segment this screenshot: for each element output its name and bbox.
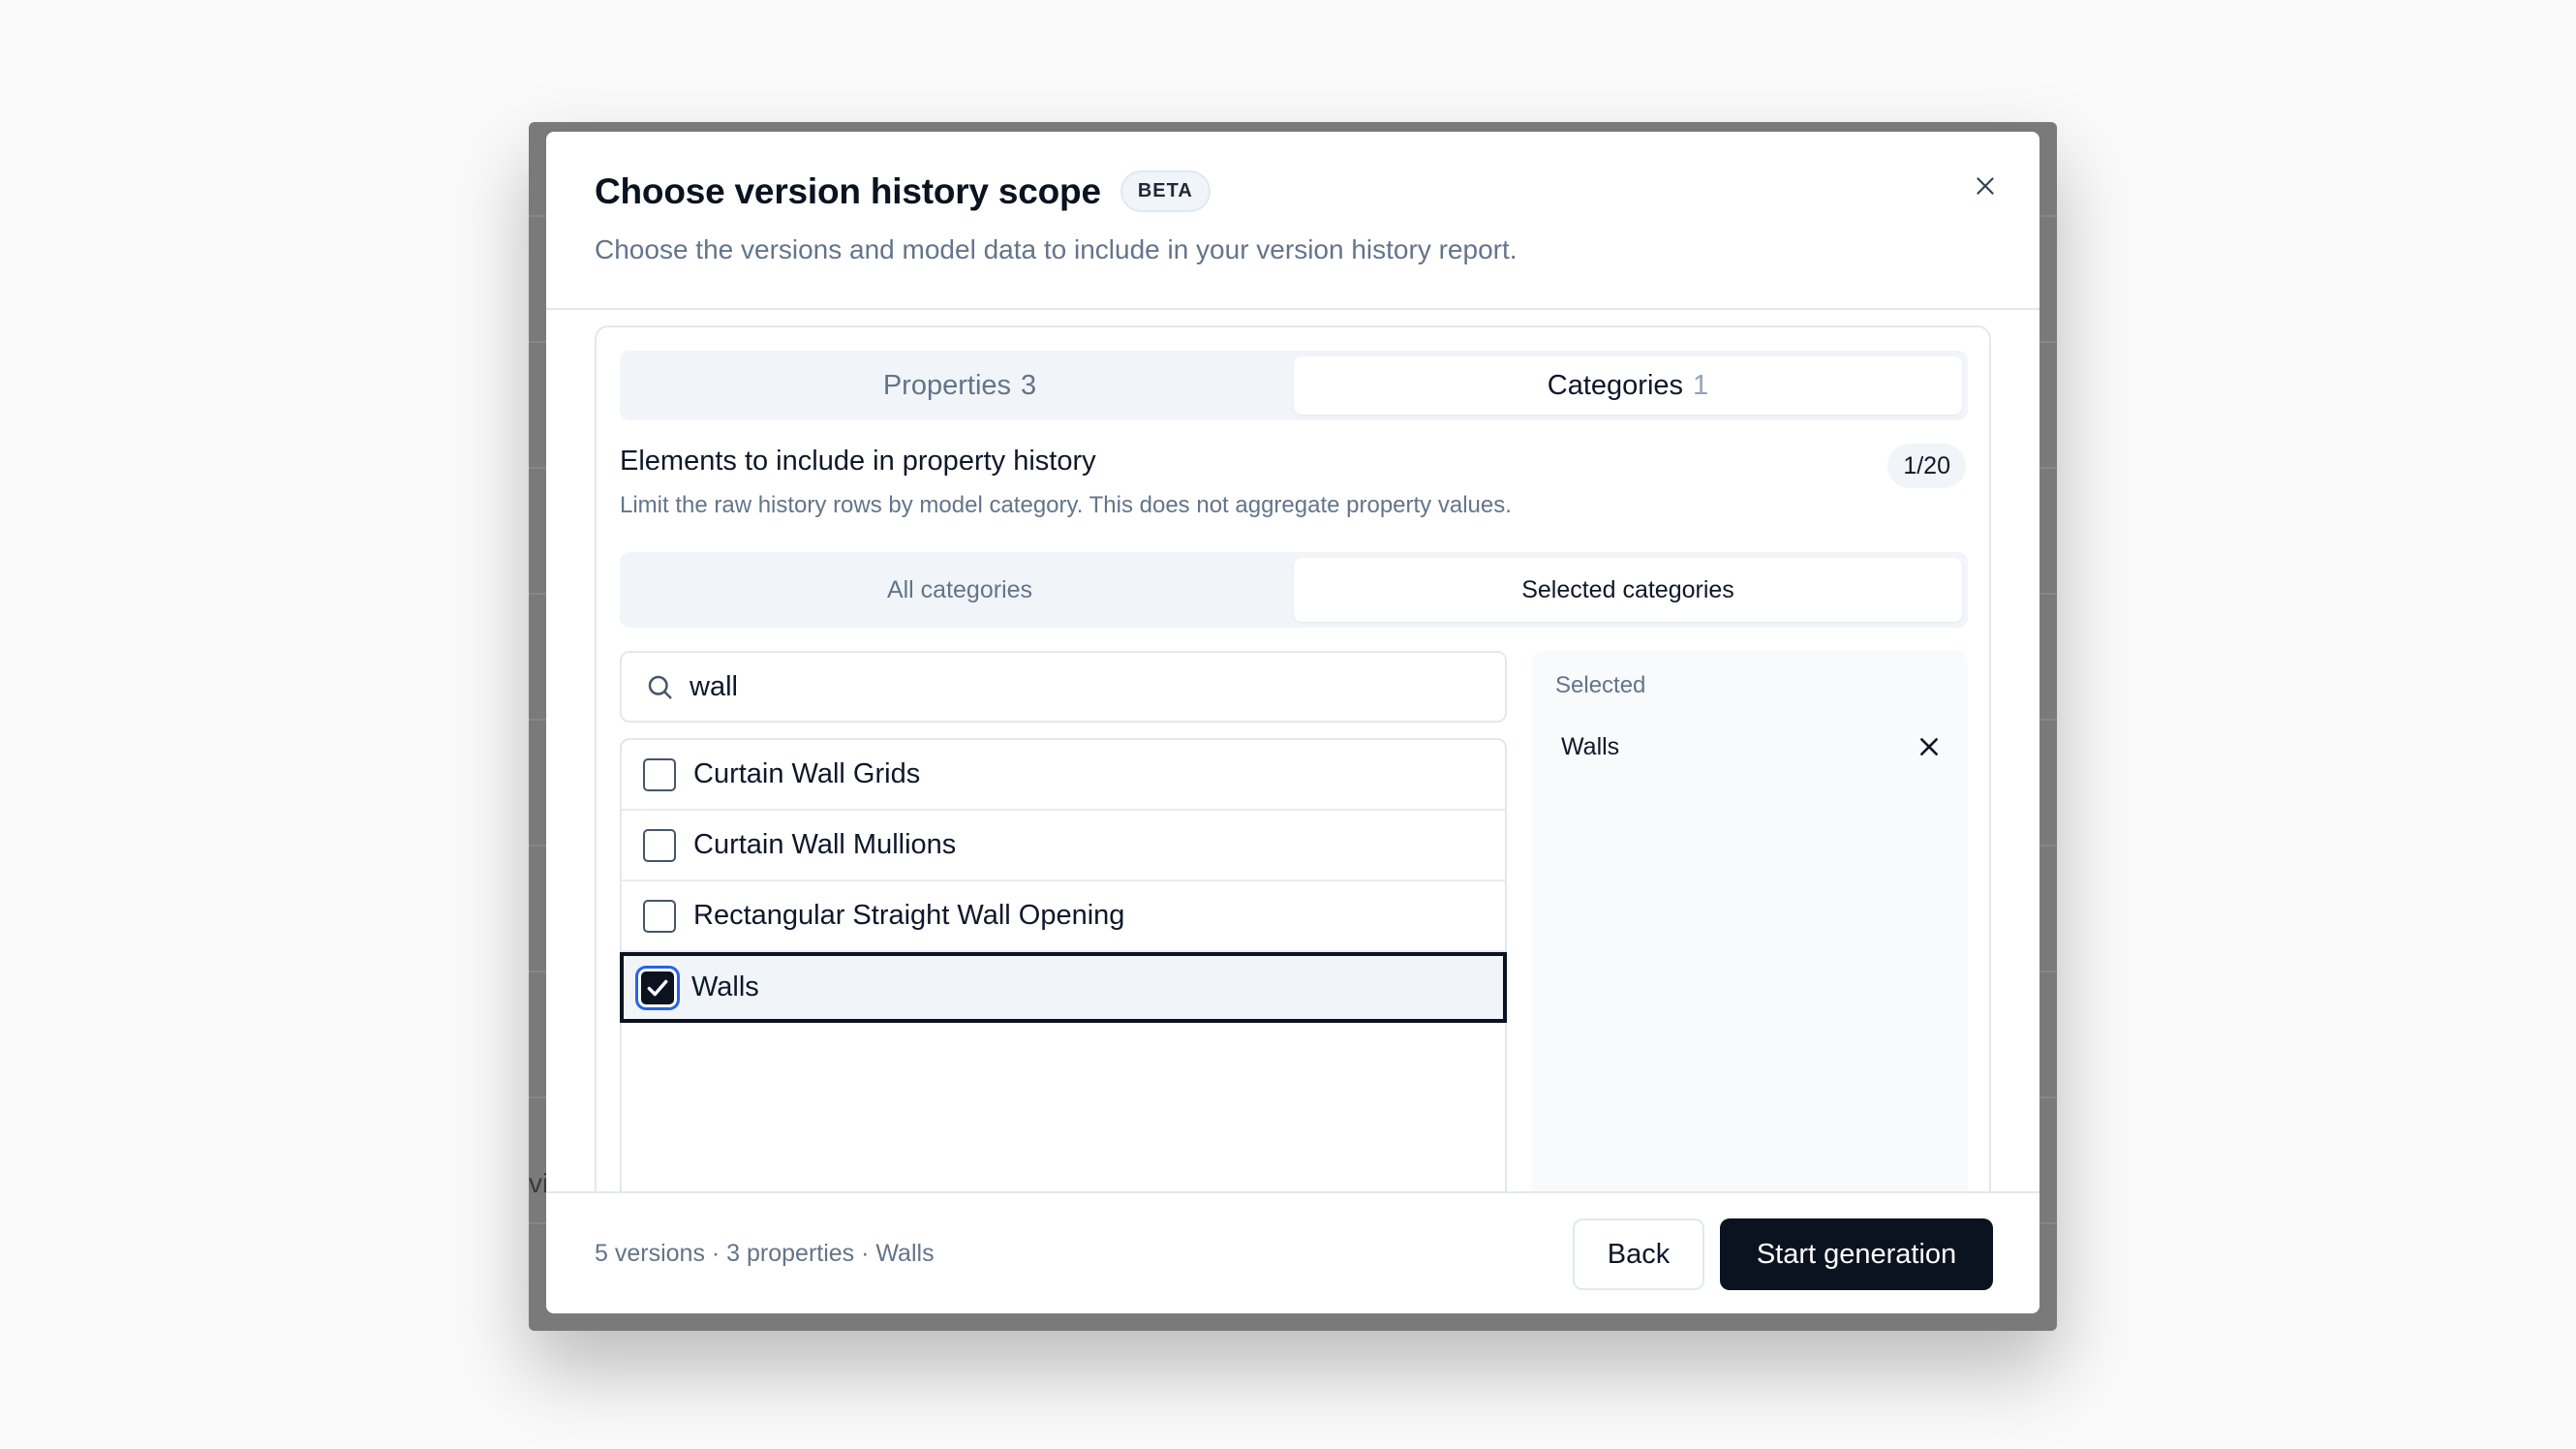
close-icon [1920, 738, 1938, 755]
category-checkbox[interactable] [643, 899, 676, 933]
tab-count: 1 [1693, 369, 1709, 401]
section-title: Elements to include in property history [620, 446, 1096, 477]
tab-properties[interactable]: Properties 3 [626, 356, 1294, 415]
scope-content-card: Properties 3 Categories 1 Elements to in… [595, 325, 1991, 1313]
close-icon [1977, 177, 1994, 195]
back-button[interactable]: Back [1573, 1218, 1704, 1290]
dialog-header: Choose version history scope BETA Choose… [546, 132, 2039, 310]
tab-selected-categories[interactable]: Selected categories [1294, 558, 1962, 622]
title-row: Choose version history scope BETA [595, 170, 1211, 212]
category-label: Rectangular Straight Wall Opening [693, 900, 1125, 931]
category-search [620, 651, 1507, 723]
selected-category-item: Walls [1561, 723, 1948, 771]
list-item[interactable]: Curtain Wall Mullions [622, 811, 1505, 881]
remove-selected-button[interactable] [1910, 727, 1948, 766]
tab-label: Categories [1547, 369, 1684, 401]
selected-heading: Selected [1555, 672, 1646, 698]
beta-badge: BETA [1119, 170, 1211, 212]
dialog-footer: 5 versions · 3 properties · Walls Back S… [546, 1191, 2039, 1313]
tab-all-categories[interactable]: All categories [626, 558, 1294, 622]
category-checkbox[interactable] [643, 828, 676, 862]
list-item[interactable]: Walls [620, 952, 1507, 1023]
tab-count: 3 [1021, 369, 1037, 401]
category-label: Curtain Wall Grids [693, 758, 921, 789]
selection-counter: 1/20 [1887, 444, 1966, 488]
version-history-scope-dialog: Choose version history scope BETA Choose… [546, 132, 2039, 1313]
tab-categories[interactable]: Categories 1 [1294, 356, 1962, 415]
dialog-subtitle: Choose the versions and model data to in… [595, 234, 1518, 264]
search-icon [648, 675, 672, 699]
category-label: Walls [691, 971, 759, 1002]
search-input[interactable] [690, 670, 1484, 703]
scope-tabs: Properties 3 Categories 1 [620, 351, 1968, 420]
category-checkbox[interactable] [643, 757, 676, 791]
category-checkbox[interactable] [641, 971, 674, 1004]
tab-label: Properties [882, 369, 1012, 401]
category-filter-tabs: All categories Selected categories [620, 552, 1968, 628]
list-item[interactable]: Rectangular Straight Wall Opening [622, 881, 1505, 952]
selected-category-label: Walls [1561, 732, 1620, 760]
dialog-title: Choose version history scope [595, 170, 1101, 211]
category-label: Curtain Wall Mullions [693, 829, 957, 860]
start-generation-button[interactable]: Start generation [1720, 1218, 1993, 1290]
checkmark-icon [647, 979, 668, 996]
close-button[interactable] [1964, 165, 2007, 207]
scope-summary: 5 versions · 3 properties · Walls [595, 1240, 935, 1267]
section-description: Limit the raw history rows by model cate… [620, 492, 1512, 518]
list-item[interactable]: Curtain Wall Grids [622, 740, 1505, 811]
